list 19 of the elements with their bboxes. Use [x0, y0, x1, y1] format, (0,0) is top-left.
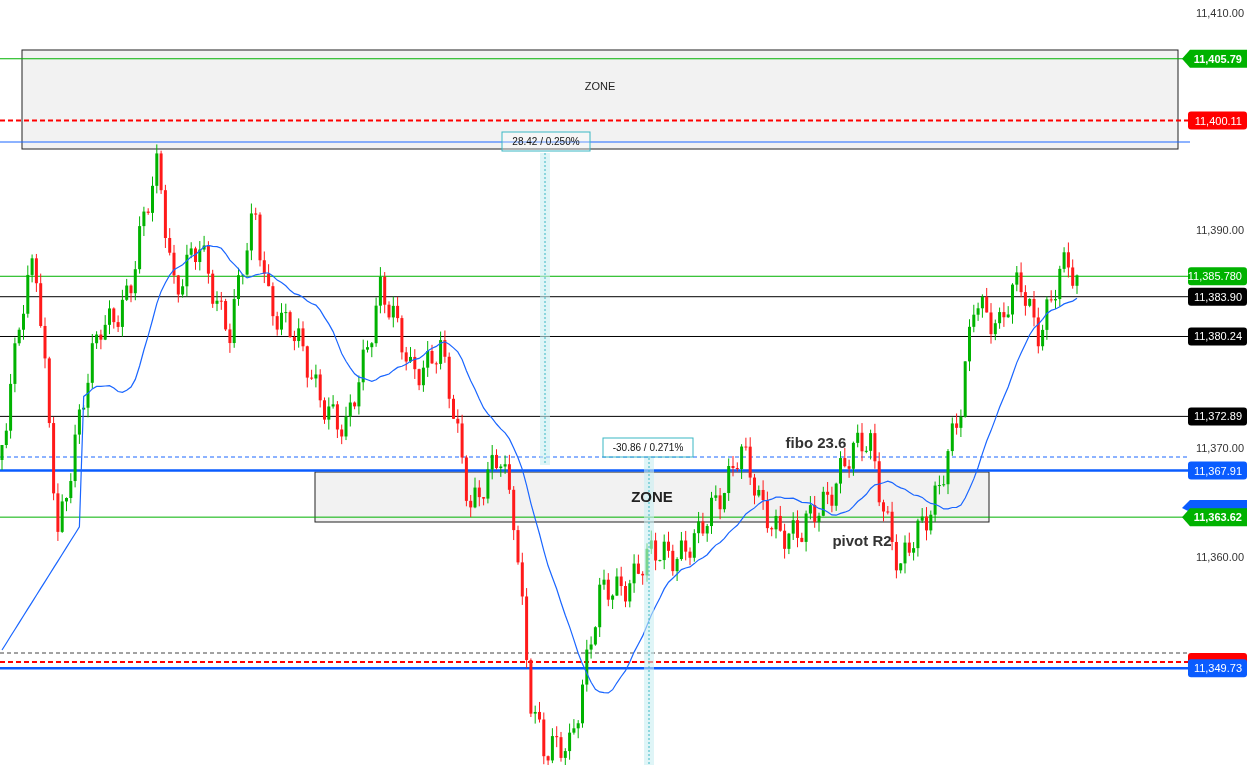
price-tag: 11,363.62: [1182, 508, 1247, 527]
axis-tick-label: 11,410.00: [1195, 7, 1244, 19]
chart-annotation: pivot R2: [832, 532, 892, 549]
price-tag: 11,383.90: [1188, 287, 1247, 306]
axis-tick-label: 11,390.00: [1195, 224, 1244, 237]
measure-label: 28.42 / 0.250%: [501, 131, 591, 152]
price-tag: 11,405.79: [1182, 49, 1247, 68]
axis-tick-label: 11,360.00: [1195, 550, 1244, 563]
zone-label: ZONE: [631, 488, 673, 505]
axis-tick-label: 11,370.00: [1195, 441, 1244, 454]
price-tag: 11,400.11: [1188, 111, 1247, 130]
price-tag: 11,385.780: [1187, 267, 1247, 286]
price-tag: 11,367.91: [1188, 461, 1247, 480]
price-tag: 11,380.24: [1188, 327, 1247, 346]
measure-label: -30.86 / 0.271%: [602, 437, 694, 458]
price-tag: 11,349.73: [1188, 659, 1247, 678]
zone-label: ZONE: [584, 80, 616, 92]
price-tag: 11,372.89: [1188, 407, 1247, 426]
chart-annotation: fibo 23.6: [785, 434, 847, 451]
